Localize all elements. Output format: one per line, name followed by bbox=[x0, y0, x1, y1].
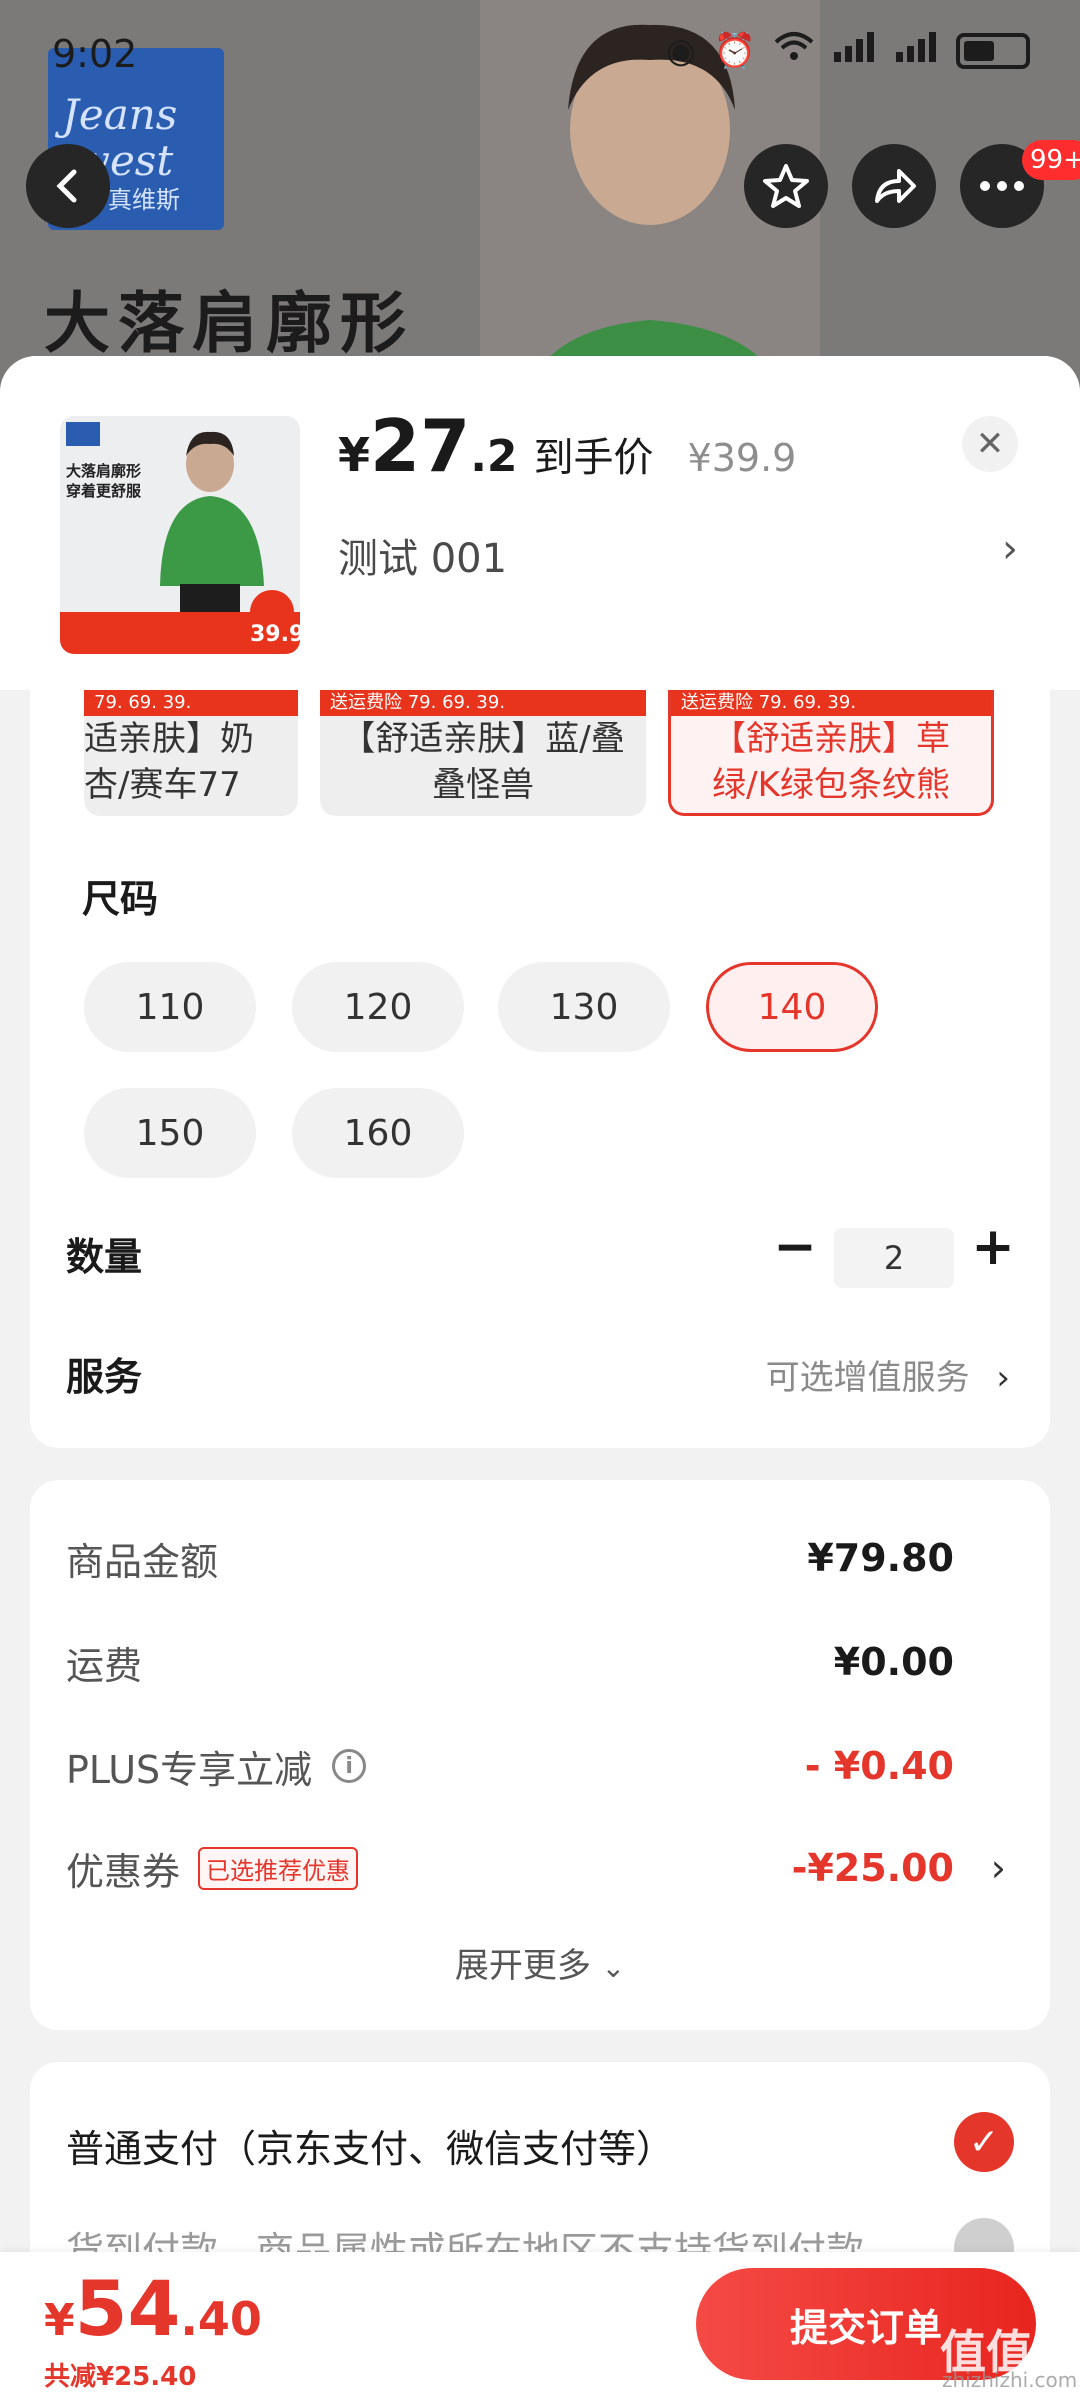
total-saved: 共减¥25.40 bbox=[44, 2362, 197, 2392]
wifi-icon bbox=[774, 30, 814, 71]
total-integer: 54 bbox=[74, 2264, 181, 2353]
size-option-140[interactable]: 140 bbox=[706, 962, 878, 1052]
service-hint: 可选增值服务 bbox=[765, 1358, 970, 1398]
more-icon bbox=[980, 181, 1024, 191]
price-line: ¥ 27 .2 到手价 ¥39.9 bbox=[338, 404, 796, 488]
chevron-right-icon: › bbox=[1002, 526, 1018, 572]
notification-badge: 99+ bbox=[1022, 140, 1080, 180]
price-label: 到手价 bbox=[533, 435, 654, 481]
promo-strip: 送运费险 79. 69. 39. bbox=[671, 690, 991, 716]
coupon-row[interactable]: 优惠券 已选推荐优惠 -¥25.00 › bbox=[66, 1838, 1006, 1898]
signal-icon bbox=[832, 30, 876, 71]
check-icon[interactable]: ✓ bbox=[954, 2112, 1014, 2172]
coupon-value: -¥25.00 bbox=[791, 1846, 954, 1890]
coupon-label-wrap: 优惠券 已选推荐优惠 bbox=[66, 1841, 359, 1896]
selected-variant-row[interactable]: 测试 001 › bbox=[338, 526, 1018, 584]
quantity-decrease-button[interactable]: − bbox=[770, 1221, 820, 1273]
total-decimal: .40 bbox=[180, 2292, 262, 2346]
logo-text: Jeans bbox=[62, 90, 178, 139]
plus-discount-label: PLUS专享立减 bbox=[66, 1747, 313, 1792]
total-currency: ¥ bbox=[44, 2295, 75, 2346]
battery-icon bbox=[956, 32, 1030, 69]
share-icon bbox=[875, 169, 916, 203]
quantity-label: 数量 bbox=[66, 1235, 143, 1279]
share-button[interactable] bbox=[852, 144, 936, 228]
goods-amount-row: 商品金额 ¥79.80 bbox=[66, 1528, 1006, 1588]
color-option[interactable]: 送运费险 79. 69. 39. 【舒适亲肤】蓝/叠叠怪兽 bbox=[320, 690, 646, 816]
price-integer: 27 bbox=[370, 404, 471, 488]
alarm-icon: ⏰ bbox=[713, 30, 756, 71]
size-option-160[interactable]: 160 bbox=[292, 1088, 464, 1178]
shipping-value: ¥0.00 bbox=[833, 1640, 954, 1684]
signal-icon bbox=[894, 30, 938, 71]
price-currency: ¥ bbox=[338, 428, 371, 482]
plus-discount-label-wrap: PLUS专享立减 i bbox=[66, 1739, 367, 1794]
info-icon[interactable]: i bbox=[332, 1749, 367, 1783]
thumbnail-caption: 大落肩廓形 bbox=[66, 462, 142, 480]
watermark-url: zhizhizhi.com bbox=[942, 2368, 1078, 2392]
promo-strip: 送运费险 79. 69. 39. bbox=[320, 690, 646, 716]
purchase-sheet: 大落肩廓形 穿着更舒服 39.9 ¥ 27 .2 到手价 ¥39.9 ✕ 测试 … bbox=[0, 356, 1080, 2400]
checkout-bar: ¥ 54 .40 共减¥25.40 提交订单 值值值 zhizhizhi.com bbox=[0, 2252, 1080, 2400]
selected-variant: 测试 001 bbox=[338, 536, 508, 582]
shipping-label: 运费 bbox=[66, 1643, 143, 1688]
logo-text: 真维斯 bbox=[108, 186, 180, 214]
status-time: 9:02 bbox=[52, 32, 138, 76]
shipping-row: 运费 ¥0.00 bbox=[66, 1632, 1006, 1692]
eye-icon: ◉ bbox=[665, 30, 696, 71]
coupon-label: 优惠券 bbox=[66, 1849, 181, 1894]
chevron-down-icon: ⌄ bbox=[601, 1951, 626, 1984]
expand-more-button[interactable]: 展开更多 ⌄ bbox=[30, 1938, 1050, 1987]
quantity-increase-button[interactable]: + bbox=[968, 1221, 1018, 1273]
size-option-150[interactable]: 150 bbox=[84, 1088, 256, 1178]
plus-discount-value: - ¥0.40 bbox=[804, 1744, 954, 1788]
options-card: 79. 69. 39. 适亲肤】奶杏/赛车77 送运费险 79. 69. 39.… bbox=[30, 690, 1050, 1448]
price-summary-card: 商品金额 ¥79.80 运费 ¥0.00 PLUS专享立减 i - ¥0.40 … bbox=[30, 1480, 1050, 2030]
goods-amount-label: 商品金额 bbox=[66, 1539, 219, 1584]
favorite-button[interactable] bbox=[744, 144, 828, 228]
back-button[interactable] bbox=[26, 144, 110, 228]
service-label: 服务 bbox=[66, 1355, 143, 1399]
total-price: ¥ 54 .40 bbox=[44, 2264, 262, 2353]
original-price: ¥39.9 bbox=[687, 436, 797, 480]
payment-option-normal[interactable]: 普通支付（京东支付、微信支付等） bbox=[66, 2118, 674, 2173]
expand-more-label: 展开更多 bbox=[454, 1946, 591, 1986]
product-slogan: 大落肩廓形 bbox=[44, 285, 414, 362]
size-option-130[interactable]: 130 bbox=[498, 962, 670, 1052]
color-option-selected[interactable]: 送运费险 79. 69. 39. 【舒适亲肤】草绿/K绿包条纹熊 bbox=[668, 690, 994, 816]
color-option-label: 适亲肤】奶杏/赛车77 bbox=[84, 719, 254, 805]
close-icon: ✕ bbox=[975, 424, 1005, 464]
promo-strip: 79. 69. 39. bbox=[84, 690, 298, 716]
chevron-left-icon bbox=[56, 169, 77, 203]
status-icons: ◉ ⏰ bbox=[666, 30, 1030, 71]
quantity-input[interactable]: 2 bbox=[834, 1228, 954, 1288]
product-image bbox=[60, 416, 300, 654]
size-section-label: 尺码 bbox=[82, 877, 159, 921]
star-icon bbox=[763, 164, 809, 208]
product-thumbnail: 大落肩廓形 穿着更舒服 39.9 bbox=[60, 416, 300, 654]
size-option-120[interactable]: 120 bbox=[292, 962, 464, 1052]
color-option[interactable]: 79. 69. 39. 适亲肤】奶杏/赛车77 bbox=[84, 690, 298, 816]
thumbnail-price: 39.9 bbox=[250, 622, 300, 647]
color-option-label: 【舒适亲肤】蓝/叠叠怪兽 bbox=[341, 719, 625, 805]
coupon-tag: 已选推荐优惠 bbox=[198, 1846, 359, 1890]
color-option-label: 【舒适亲肤】草绿/K绿包条纹熊 bbox=[712, 719, 950, 805]
chevron-right-icon: › bbox=[990, 1846, 1006, 1890]
goods-amount-value: ¥79.80 bbox=[807, 1536, 954, 1580]
chevron-right-icon: › bbox=[996, 1358, 1010, 1398]
plus-discount-row: PLUS专享立减 i - ¥0.40 bbox=[66, 1736, 1006, 1796]
sheet-header: 大落肩廓形 穿着更舒服 39.9 ¥ 27 .2 到手价 ¥39.9 ✕ 测试 … bbox=[0, 356, 1080, 690]
size-option-110[interactable]: 110 bbox=[84, 962, 256, 1052]
price-decimal: .2 bbox=[470, 431, 518, 482]
thumbnail-caption: 穿着更舒服 bbox=[66, 482, 142, 500]
service-selector[interactable]: 可选增值服务 › bbox=[766, 1350, 1010, 1399]
close-button[interactable]: ✕ bbox=[962, 416, 1018, 472]
